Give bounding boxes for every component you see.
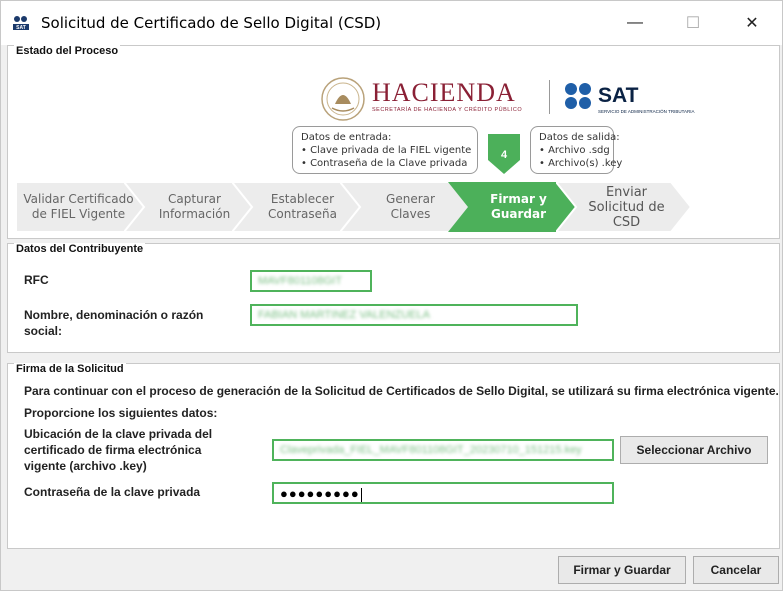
- process-step-line: Capturar: [168, 192, 221, 206]
- process-step-label: Generar Claves: [360, 182, 461, 232]
- taxpayer-data-title: Datos del Contribuyente: [14, 243, 146, 255]
- process-step-text: Capturar Información: [159, 192, 230, 222]
- current-step-badge: 4: [488, 134, 520, 174]
- process-step-line: Enviar: [605, 184, 648, 200]
- key-file-path-field[interactable]: Claveprivada_FIEL_MAVF801108GIT_20230710…: [272, 439, 614, 461]
- key-file-path-value: Claveprivada_FIEL_MAVF801108GIT_20230710…: [280, 444, 582, 456]
- text-caret: [360, 488, 362, 502]
- hacienda-wordmark: HACIENDA: [372, 78, 516, 107]
- output-data-item: • Archivo .sdg: [539, 145, 610, 156]
- process-steps: Validar Certificado de FIEL Vigente Captur…: [16, 182, 736, 232]
- process-step-label: Establecer Contraseña: [252, 182, 353, 232]
- process-step-line: de FIEL Vigente: [31, 207, 126, 221]
- process-step-text: Enviar Solicitud de CSD: [588, 185, 664, 230]
- process-step-text: Firmar y Guardar: [490, 192, 547, 222]
- minimize-icon: —: [627, 14, 643, 31]
- input-data-item: • Contraseña de la Clave privada: [301, 158, 468, 169]
- input-data-item: • Clave privada de la FIEL vigente: [301, 145, 472, 156]
- close-button[interactable]: ✕: [723, 1, 781, 45]
- process-step-label: Capturar Información: [144, 182, 245, 232]
- title-bar: SAT Solicitud de Certificado de Sello Di…: [1, 1, 782, 45]
- process-step-line: Contraseña: [268, 207, 337, 221]
- process-step-line: Validar Certificado: [23, 192, 134, 206]
- window-title: Solicitud de Certificado de Sello Digita…: [41, 14, 382, 32]
- sat-app-icon: SAT: [13, 16, 29, 31]
- process-step-line: Información: [158, 207, 231, 221]
- name-label-line1: Nombre, denominación o razón: [24, 308, 204, 322]
- password-value: ●●●●●●●●●: [280, 486, 360, 501]
- password-label: Contraseña de la clave privada: [24, 485, 201, 499]
- window-content: Estado del Proceso HACIENDA SECRETARÍA D…: [5, 45, 780, 590]
- process-step-line: CSD: [612, 214, 641, 230]
- password-field[interactable]: ●●●●●●●●●: [272, 482, 614, 504]
- process-step-line: Claves: [390, 207, 431, 221]
- select-file-button[interactable]: Seleccionar Archivo: [620, 436, 768, 464]
- process-step-label: Firmar y Guardar: [468, 182, 569, 232]
- process-step-line: Firmar y: [490, 192, 547, 206]
- input-data-title: Datos de entrada:: [301, 132, 392, 143]
- sat-logo: SAT SERVICIO DE ADMINISTRACIÓN TRIBUTARI…: [564, 82, 714, 118]
- sat-wordmark: SAT: [598, 84, 639, 107]
- process-step-text: Validar Certificado de FIEL Vigente: [23, 192, 133, 222]
- sat-subtitle: SERVICIO DE ADMINISTRACIÓN TRIBUTARIA: [598, 109, 695, 114]
- rfc-field: MAVF801108GIT: [250, 270, 372, 292]
- process-step-line: Guardar: [490, 207, 546, 221]
- rfc-value: MAVF801108GIT: [258, 275, 342, 287]
- hacienda-subtitle: SECRETARÍA DE HACIENDA Y CRÉDITO PÚBLICO: [372, 107, 523, 113]
- key-location-label-line2: certificado de firma electrónica: [24, 443, 202, 457]
- process-step-text: Generar Claves: [386, 192, 435, 222]
- sat-dots-icon: [565, 83, 591, 109]
- process-step-line: Solicitud de: [588, 199, 665, 215]
- logo-divider: [549, 80, 550, 114]
- maximize-button[interactable]: ☐: [664, 1, 722, 45]
- process-step-line: Generar: [386, 192, 435, 206]
- name-field: FABIAN MARTINEZ VALENZUELA: [250, 304, 578, 326]
- output-data-box: Datos de salida: • Archivo .sdg • Archiv…: [530, 126, 623, 174]
- name-label-line2: social:: [24, 324, 63, 338]
- process-step-line: Establecer: [270, 192, 335, 206]
- output-data-item: • Archivo(s) .key: [539, 158, 623, 169]
- input-data-box: Datos de entrada: • Clave privada de la …: [292, 126, 478, 174]
- process-step-text: Establecer Contraseña: [268, 192, 337, 222]
- cancel-button[interactable]: Cancelar: [693, 556, 779, 584]
- process-step-label: Enviar Solicitud de CSD: [576, 182, 677, 232]
- key-location-label-line3: vigente (archivo .key): [24, 459, 147, 473]
- close-icon: ✕: [745, 15, 759, 32]
- hacienda-logo: HACIENDA SECRETARÍA DE HACIENDA Y CRÉDIT…: [320, 76, 540, 122]
- maximize-icon: ☐: [685, 15, 701, 32]
- taxpayer-data-panel: Datos del Contribuyente RFC MAVF801108GI…: [7, 243, 780, 353]
- svg-text:SAT: SAT: [16, 25, 26, 31]
- csd-request-window: SAT Solicitud de Certificado de Sello Di…: [0, 0, 783, 591]
- rfc-label: RFC: [24, 273, 49, 287]
- signature-title: Firma de la Solicitud: [14, 363, 126, 375]
- output-data-title: Datos de salida:: [539, 132, 620, 143]
- signature-panel: Firma de la Solicitud Para continuar con…: [7, 363, 780, 549]
- coat-of-arms-icon: [321, 77, 365, 121]
- signature-intro: Para continuar con el proceso de generac…: [24, 384, 779, 398]
- process-status-title: Estado del Proceso: [14, 45, 121, 57]
- current-step-number: 4: [501, 149, 508, 161]
- process-status-panel: Estado del Proceso HACIENDA SECRETARÍA D…: [7, 45, 780, 239]
- process-step-label: Validar Certificado de FIEL Vigente: [20, 182, 137, 232]
- signature-prompt: Proporcione los siguientes datos:: [24, 406, 218, 420]
- name-value: FABIAN MARTINEZ VALENZUELA: [258, 309, 430, 321]
- process-step-6: Enviar Solicitud de CSD: [556, 182, 691, 232]
- key-location-label-line1: Ubicación de la clave privada del: [24, 427, 213, 441]
- minimize-button[interactable]: —: [606, 1, 664, 45]
- sign-and-save-button[interactable]: Firmar y Guardar: [558, 556, 686, 584]
